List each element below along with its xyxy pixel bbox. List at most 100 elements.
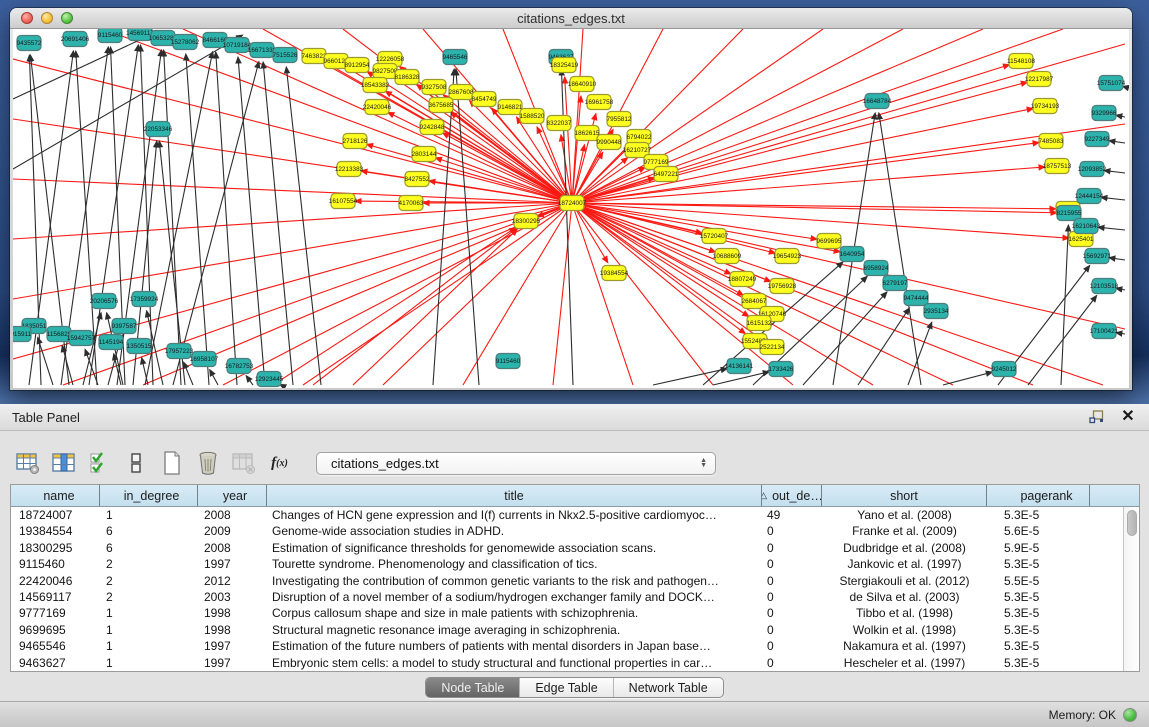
network-node[interactable]: 9474444 [904,291,929,306]
column-header-in_degree[interactable]: in_degree [100,485,198,506]
network-node[interactable]: 10688609 [713,249,742,264]
network-node[interactable]: 18300295 [512,214,541,229]
network-node[interactable]: 1145194 [99,335,124,350]
network-node[interactable]: 19384554 [600,266,629,281]
network-node[interactable]: 1640954 [840,247,865,262]
network-node[interactable]: 16958107 [190,352,219,367]
network-node[interactable]: 3675685 [429,98,454,113]
network-node[interactable]: 20206576 [90,294,119,309]
network-node[interactable]: 18543382 [361,78,390,93]
table-row[interactable]: 946362711997Embryonic stem cells: a mode… [11,655,1123,671]
network-node[interactable]: 7515526 [273,48,298,63]
table-row[interactable]: 1830029562008Estimation of significance … [11,540,1123,556]
table-type-tabs[interactable]: Node TableEdge TableNetwork Table [425,677,723,698]
table-row[interactable]: 946554611997Estimation of the future num… [11,638,1123,654]
table-row[interactable]: 1938455462009Genome-wide association stu… [11,523,1123,539]
create-column-icon[interactable] [158,450,185,477]
network-node[interactable]: 7485083 [1039,134,1064,149]
table-row[interactable]: 969969511998Structural magnetic resonanc… [11,622,1123,638]
network-node[interactable]: 2718126 [343,134,368,149]
network-node[interactable]: 9435572 [17,36,42,51]
network-node[interactable]: 18325419 [550,58,579,73]
network-node[interactable]: 18640910 [568,77,597,92]
network-node[interactable]: 9242848 [420,120,445,135]
network-node[interactable]: 3915911 [13,327,32,342]
table-header-row[interactable]: namein_degreeyeartitle△out_de…shortpager… [11,485,1139,507]
column-header-pagerank[interactable]: pagerank [987,485,1090,506]
close-window-button[interactable] [21,12,33,24]
function-builder-icon[interactable]: f(x) [266,450,293,477]
close-panel-icon[interactable]: ✕ [1119,408,1137,426]
network-node[interactable]: 15278062 [171,35,200,50]
table-settings-icon[interactable] [14,450,41,477]
float-panel-icon[interactable] [1087,408,1105,426]
network-node[interactable]: 14136141 [725,359,754,374]
scrollbar-thumb[interactable] [1127,510,1137,536]
tab-network-table[interactable]: Network Table [613,678,723,697]
network-node[interactable]: 12444154 [1075,189,1104,204]
network-node[interactable]: 22053346 [144,122,173,137]
network-node[interactable]: 19756928 [768,279,797,294]
vertical-scrollbar[interactable] [1123,507,1139,671]
network-node[interactable]: 9227349 [1085,132,1110,147]
network-node[interactable]: 9327508 [422,80,447,95]
network-node[interactable]: 1350515 [127,339,152,354]
row-selection-icon[interactable] [86,450,113,477]
network-node[interactable]: 6497221 [654,167,679,182]
network-node[interactable]: 6279197 [883,276,908,291]
network-node[interactable]: 2867608 [449,85,474,100]
column-header-short[interactable]: short [822,485,987,506]
network-node[interactable]: 18724007 [558,196,587,211]
table-row[interactable]: 977716911998Corpus callosum shape and si… [11,605,1123,621]
network-node[interactable]: 16210643 [1072,219,1101,234]
network-node[interactable]: 8454749 [472,92,497,107]
node-table[interactable]: namein_degreeyeartitle△out_de…shortpager… [10,484,1140,672]
network-node[interactable]: 16107554 [329,194,358,209]
network-node[interactable]: 16782753 [225,359,254,374]
network-node[interactable]: 19734193 [1031,99,1060,114]
delete-column-icon[interactable] [194,450,221,477]
column-header-out_de[interactable]: △out_de… [762,485,822,506]
network-node[interactable]: 17100421 [1090,324,1119,339]
network-node[interactable]: 9990448 [597,135,622,150]
network-graph[interactable]: 9435572206914069115460145691171065328715… [13,29,1129,388]
network-node[interactable]: 12103518 [1090,279,1119,294]
network-node[interactable]: 18807249 [728,272,757,287]
minimize-window-button[interactable] [41,12,53,24]
network-node[interactable]: 9465546 [443,50,468,65]
column-header-year[interactable]: year [198,485,267,506]
network-node[interactable]: 15720407 [700,229,729,244]
network-node[interactable]: 9115460 [496,354,521,369]
network-window-titlebar[interactable]: citations_edges.txt [10,8,1132,29]
network-node[interactable]: 22420046 [363,100,392,115]
network-node[interactable]: 8427552 [405,172,430,187]
network-node[interactable]: 15751074 [1097,76,1126,91]
network-node[interactable]: 6958924 [864,261,889,276]
network-node[interactable]: 16961758 [585,95,614,110]
network-node[interactable]: 8322037 [547,116,572,131]
table-row[interactable]: 911546021997Tourette syndrome. Phenomeno… [11,556,1123,572]
network-node[interactable]: 12213383 [335,162,364,177]
tab-edge-table[interactable]: Edge Table [519,678,612,697]
table-row[interactable]: 1456911722003Disruption of a novel membe… [11,589,1123,605]
network-node[interactable]: 20691406 [61,32,90,47]
network-node[interactable]: 9699695 [817,234,842,249]
network-node[interactable]: 8912954 [345,58,370,73]
network-node[interactable]: 4170063 [399,196,424,211]
network-view-window[interactable]: citations_edges.txt 9435572 20691406 91154… [10,8,1132,390]
network-node[interactable]: 16648784 [863,94,892,109]
network-node[interactable]: 18757513 [1043,159,1072,174]
table-body[interactable]: 1872400712008Changes of HCN gene express… [11,507,1123,671]
network-node[interactable]: 9245012 [992,362,1017,377]
network-node[interactable]: 19654923 [773,249,802,264]
network-node[interactable]: 1615132 [747,316,772,331]
show-columns-icon[interactable] [50,450,77,477]
maximize-window-button[interactable] [61,12,73,24]
network-canvas-container[interactable]: 9435572206914069115460145691171065328715… [13,29,1129,388]
network-node[interactable]: 2522134 [760,340,785,355]
network-node[interactable]: 1588520 [520,109,545,124]
network-node[interactable]: 8186328 [395,70,420,85]
network-node[interactable]: 12217987 [1025,72,1054,87]
table-row[interactable]: 1872400712008Changes of HCN gene express… [11,507,1123,523]
row-height-icon[interactable] [122,450,149,477]
